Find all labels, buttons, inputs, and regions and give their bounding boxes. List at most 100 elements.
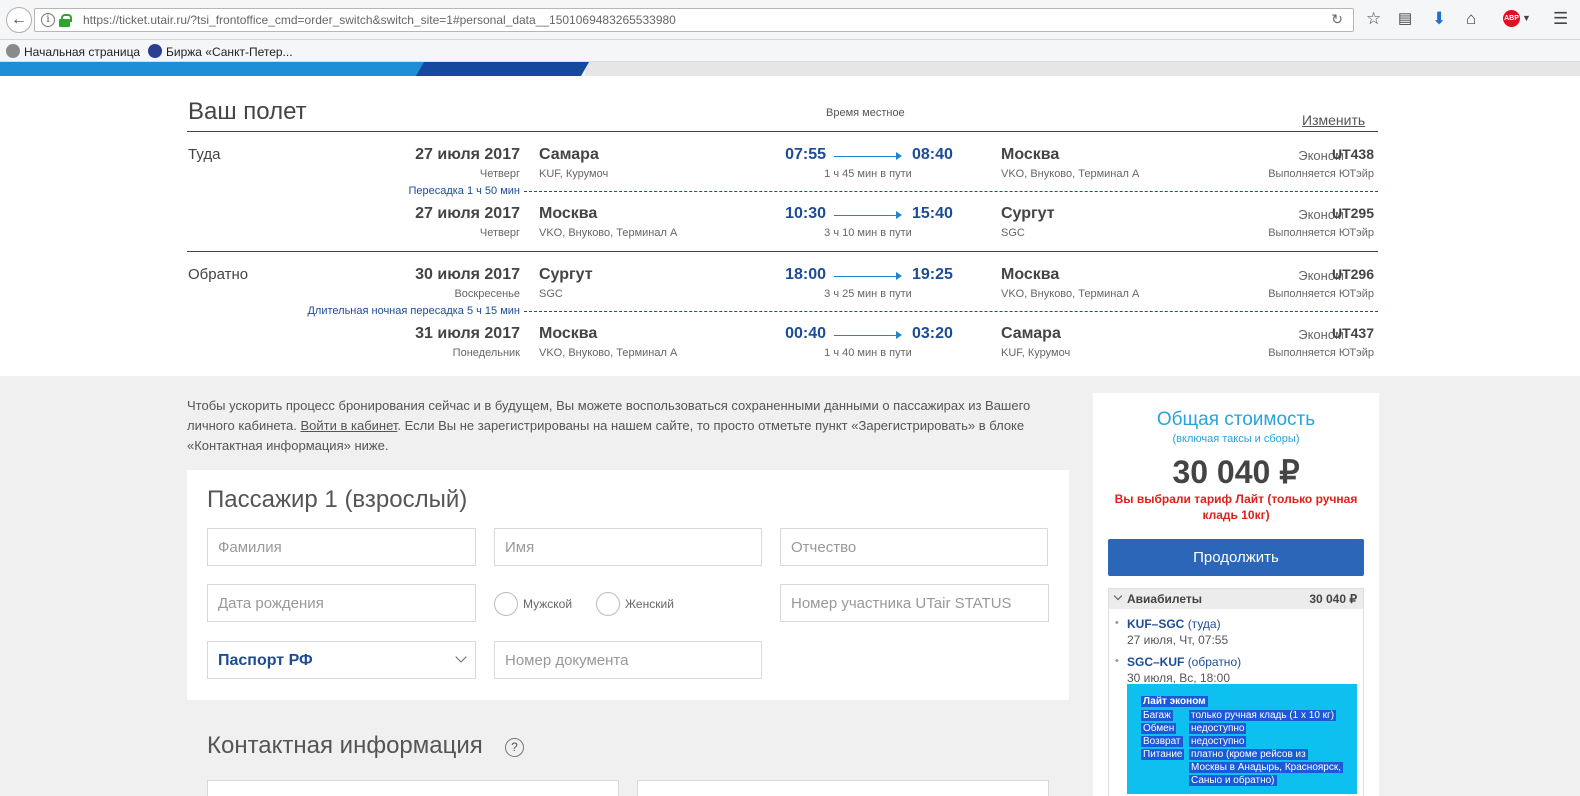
tickets-total: 30 040 ₽ [1309,592,1357,606]
arrow-right-icon [834,152,902,160]
from-airport: VKO, Внуково, Терминал А [539,347,678,359]
to-city: Москва [1001,146,1060,163]
route-outbound: KUF–SGC (туда) [1127,617,1221,631]
name-field[interactable]: Имя [494,528,762,566]
star-icon[interactable]: ☆ [1366,9,1381,29]
flight-number: UT295 [1331,205,1374,221]
contact-field[interactable] [637,780,1049,796]
tickets-label: Авиабилеты [1127,592,1202,606]
info-icon[interactable]: i [41,13,55,27]
from-city: Москва [539,325,598,342]
document-number-field[interactable]: Номер документа [494,641,762,679]
tariff-note: Вы выбрали тариф Лайт (только ручная кла… [1114,492,1358,522]
header-stripe [0,62,430,76]
segment-date: 27 июля 2017 [415,205,520,222]
bookmarks-bar: Начальная страница Биржа «Санкт-Петер... [0,40,1580,62]
from-airport: SGC [539,288,563,300]
segment-weekday: Четверг [479,227,520,239]
address-bar[interactable]: i https://ticket.utair.ru/?tsi_frontoffi… [34,8,1354,32]
flight-duration: 1 ч 45 мин в пути [824,168,912,180]
direction-label: Туда [188,146,221,163]
login-link[interactable]: Войти в кабинет [300,418,397,433]
bookmark-home[interactable]: Начальная страница [6,44,140,59]
flight-segment: 27 июля 2017 Четверг Москва VKO, Внуково… [0,205,1580,245]
from-city: Самара [539,146,599,163]
male-label: Мужской [523,597,573,611]
arrival-time: 08:40 [912,146,953,163]
female-radio[interactable] [596,592,620,616]
exchange-logo-icon [148,44,162,58]
from-city: Москва [539,205,598,222]
to-airport: KUF, Курумоч [1001,347,1071,359]
chevron-down-icon[interactable]: ▼ [1522,13,1531,23]
arrival-time: 03:20 [912,325,953,342]
lock-icon [59,14,72,27]
fare-detail-value: Саныо и обратно) [1189,775,1277,786]
globe-icon [6,44,20,58]
arrow-right-icon [834,272,902,280]
contact-field[interactable] [207,780,619,796]
back-arrow-icon[interactable]: ← [6,7,32,33]
segment-date: 31 июля 2017 [415,325,520,342]
flight-duration: 3 ч 25 мин в пути [824,288,912,300]
reload-icon[interactable]: ↻ [1331,11,1343,28]
total-price: 30 040 ₽ [1172,454,1300,490]
status-number-field[interactable]: Номер участника UTair STATUS [780,584,1049,622]
to-city: Москва [1001,266,1060,283]
reading-list-icon[interactable]: ▤ [1398,9,1412,27]
adblock-icon[interactable]: ABP [1503,10,1520,27]
surname-field[interactable]: Фамилия [207,528,476,566]
departure-time: 07:55 [785,146,826,163]
url-text[interactable]: https://ticket.utair.ru/?tsi_frontoffice… [83,13,676,27]
flight-number: UT296 [1331,266,1374,282]
from-airport: VKO, Внуково, Терминал А [539,227,678,239]
arrival-time: 15:40 [912,205,953,222]
fare-details-tooltip: Лайт эконом Багаж только ручная кладь (1… [1127,684,1357,794]
female-label: Женский [625,597,674,611]
route-date: 30 июля, Вс, 18:00 [1127,671,1230,685]
change-flight-link[interactable]: Изменить [1302,112,1365,128]
question-icon[interactable]: ? [505,738,524,757]
segment-date: 30 июля 2017 [415,266,520,283]
route-date: 27 июля, Чт, 07:55 [1127,633,1229,647]
fare-detail-key: Багаж [1141,710,1173,721]
menu-icon[interactable]: ☰ [1553,9,1568,29]
flight-title: Ваш полет [188,98,307,125]
patronymic-field[interactable]: Отчество [780,528,1048,566]
document-type-select[interactable]: Паспорт РФ [207,641,476,679]
transfer-note: Длительная ночная пересадка 5 ч 15 мин [307,305,520,317]
chevron-down-icon [1113,591,1123,601]
browser-toolbar: ← i https://ticket.utair.ru/?tsi_frontof… [0,0,1580,40]
from-airport: KUF, Курумоч [539,168,609,180]
segment-weekday: Понедельник [452,347,520,359]
home-icon[interactable]: ⌂ [1466,9,1476,29]
divider [187,131,1378,132]
fare-detail-value: платно (кроме рейсов из [1189,749,1308,760]
bullet-icon: • [1115,617,1119,629]
arrow-right-icon [834,331,902,339]
transfer-divider [524,311,1378,312]
download-icon[interactable]: ⬇ [1432,9,1446,29]
flight-summary: Ваш полет Время местное Изменить Туда 27… [0,76,1580,376]
fare-detail-value: Москвы в Анадырь, Красноярск, [1189,762,1344,773]
operator: Выполняется ЮТэйр [1268,168,1374,180]
tickets-header[interactable]: Авиабилеты 30 040 ₽ [1109,589,1363,609]
to-airport: VKO, Внуково, Терминал А [1001,288,1140,300]
arrival-time: 19:25 [912,266,953,283]
fare-detail-value: недоступно [1189,736,1247,747]
header-stripe-grey [585,62,1580,76]
continue-button[interactable]: Продолжить [1108,539,1364,576]
to-city: Самара [1001,325,1061,342]
contact-title: Контактная информация [207,732,483,759]
bookmark-exchange[interactable]: Биржа «Санкт-Петер... [148,44,293,59]
flight-duration: 1 ч 40 мин в пути [824,347,912,359]
bullet-icon: • [1115,655,1119,667]
direction-label: Обратно [188,266,249,283]
arrow-right-icon [834,211,902,219]
birthdate-field[interactable]: Дата рождения [207,584,476,622]
segment-weekday: Воскресенье [454,288,520,300]
male-radio[interactable] [494,592,518,616]
operator: Выполняется ЮТэйр [1268,347,1374,359]
local-time-note: Время местное [826,107,905,119]
flight-duration: 3 ч 10 мин в пути [824,227,912,239]
